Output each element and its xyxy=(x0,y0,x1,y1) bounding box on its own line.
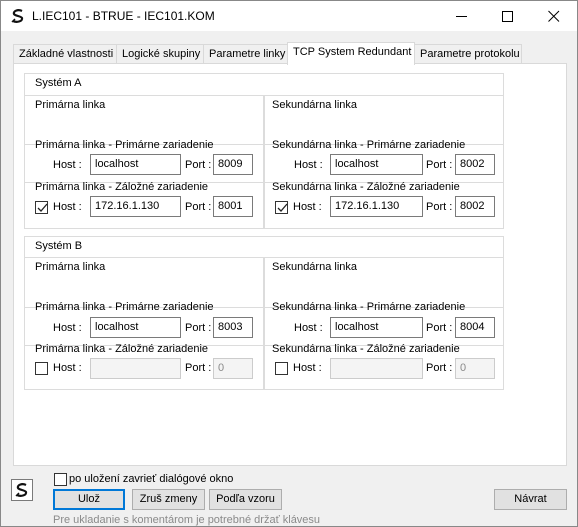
port-label: Port : xyxy=(426,322,453,334)
port-label: Port : xyxy=(185,362,212,374)
system-a-primary-main-host-input[interactable]: localhost xyxy=(90,154,181,175)
minimize-button[interactable] xyxy=(439,1,485,31)
maximize-icon xyxy=(502,11,513,22)
port-label: Port : xyxy=(185,322,212,334)
title-bar: L.IEC101 - BTRUE - IEC101.KOM xyxy=(1,1,577,31)
discard-changes-button[interactable]: Zruš zmeny xyxy=(132,489,205,510)
system-a-secondary-backup-title: Sekundárna linka - Záložné zariadenie xyxy=(272,181,460,193)
system-a-secondary-backup-checkbox[interactable] xyxy=(275,201,288,214)
system-b-primary-main-title: Primárna linka - Primárne zariadenie xyxy=(35,301,214,313)
window-title: L.IEC101 - BTRUE - IEC101.KOM xyxy=(32,9,215,23)
system-b-primary-backup-checkbox[interactable] xyxy=(35,362,48,375)
host-label: Host : xyxy=(53,322,82,334)
system-b-secondary-backup-port-input[interactable]: 0 xyxy=(455,358,495,379)
port-label: Port : xyxy=(185,159,212,171)
tab-logicke-skupiny[interactable]: Logické skupiny xyxy=(116,44,204,64)
system-a-primary-backup-host-input[interactable]: 172.16.1.130 xyxy=(90,196,181,217)
maximize-button[interactable] xyxy=(485,1,531,31)
system-a-primary-backup-title: Primárna linka - Záložné zariadenie xyxy=(35,181,209,193)
close-icon xyxy=(548,10,560,22)
template-button[interactable]: Podľa vzoru xyxy=(209,489,282,510)
system-b-secondary-main-port-input[interactable]: 8004 xyxy=(455,317,495,338)
app-s-icon xyxy=(10,8,26,24)
port-label: Port : xyxy=(426,201,453,213)
system-a-primary-title: Primárna linka xyxy=(35,99,106,111)
system-a-secondary-backup-port-input[interactable]: 8002 xyxy=(455,196,495,217)
check-icon xyxy=(277,203,288,212)
system-a-secondary-title: Sekundárna linka xyxy=(272,99,358,111)
tab-parametre-protokolu[interactable]: Parametre protokolu xyxy=(414,44,522,64)
system-a-primary-backup-checkbox[interactable] xyxy=(35,201,48,214)
minimize-icon xyxy=(456,16,467,17)
tab-panel: Systém A Primárna linka Primárna linka -… xyxy=(13,63,567,466)
back-button[interactable]: Návrat xyxy=(494,489,567,510)
tab-zakladne-vlastnosti[interactable]: Základné vlastnosti xyxy=(13,44,117,64)
system-b-secondary-title: Sekundárna linka xyxy=(272,261,358,273)
system-a-secondary-main-port-input[interactable]: 8002 xyxy=(455,154,495,175)
system-b-secondary-backup-checkbox[interactable] xyxy=(275,362,288,375)
host-label: Host : xyxy=(293,201,322,213)
system-a-primary-main-title: Primárna linka - Primárne zariadenie xyxy=(35,139,214,151)
system-b-primary-main-port-input[interactable]: 8003 xyxy=(213,317,253,338)
close-button[interactable] xyxy=(531,1,577,31)
app-s-icon xyxy=(11,479,33,501)
system-a-primary-main-port-input[interactable]: 8009 xyxy=(213,154,253,175)
dialog-window: L.IEC101 - BTRUE - IEC101.KOM Základné v… xyxy=(0,0,578,527)
close-after-save-label: po uložení zavrieť dialógové okno xyxy=(69,473,234,485)
host-label: Host : xyxy=(53,159,82,171)
system-b-primary-title: Primárna linka xyxy=(35,261,106,273)
system-a-primary-backup-port-input[interactable]: 8001 xyxy=(213,196,253,217)
system-b-secondary-backup-host-input[interactable] xyxy=(330,358,423,379)
tab-parametre-linky[interactable]: Parametre linky xyxy=(203,44,288,64)
system-a-title: Systém A xyxy=(35,77,82,89)
host-label: Host : xyxy=(53,201,82,213)
system-b-primary-backup-port-input[interactable]: 0 xyxy=(213,358,253,379)
system-a-secondary-main-title: Sekundárna linka - Primárne zariadenie xyxy=(272,139,466,151)
host-label: Host : xyxy=(53,362,82,374)
system-b-secondary-backup-title: Sekundárna linka - Záložné zariadenie xyxy=(272,343,460,355)
system-b-secondary-main-title: Sekundárna linka - Primárne zariadenie xyxy=(272,301,466,313)
port-label: Port : xyxy=(185,201,212,213)
host-label: Host : xyxy=(293,362,322,374)
host-label: Host : xyxy=(294,159,323,171)
tab-tcp-system-redundant[interactable]: TCP System Redundant xyxy=(287,42,415,65)
system-a-secondary-main-host-input[interactable]: localhost xyxy=(330,154,423,175)
save-button[interactable]: Ulož xyxy=(53,489,125,510)
system-b-primary-main-host-input[interactable]: localhost xyxy=(90,317,181,338)
save-hint: Pre ukladanie s komentárom je potrebné d… xyxy=(53,514,321,526)
host-label: Host : xyxy=(294,322,323,334)
system-b-secondary-main-host-input[interactable]: localhost xyxy=(330,317,423,338)
check-icon xyxy=(37,203,48,212)
system-a-secondary-backup-host-input[interactable]: 172.16.1.130 xyxy=(330,196,423,217)
system-b-primary-backup-title: Primárna linka - Záložné zariadenie xyxy=(35,343,209,355)
system-b-primary-backup-host-input[interactable] xyxy=(90,358,181,379)
port-label: Port : xyxy=(426,362,453,374)
port-label: Port : xyxy=(426,159,453,171)
system-b-title: Systém B xyxy=(35,240,83,252)
close-after-save-checkbox[interactable] xyxy=(54,473,67,486)
